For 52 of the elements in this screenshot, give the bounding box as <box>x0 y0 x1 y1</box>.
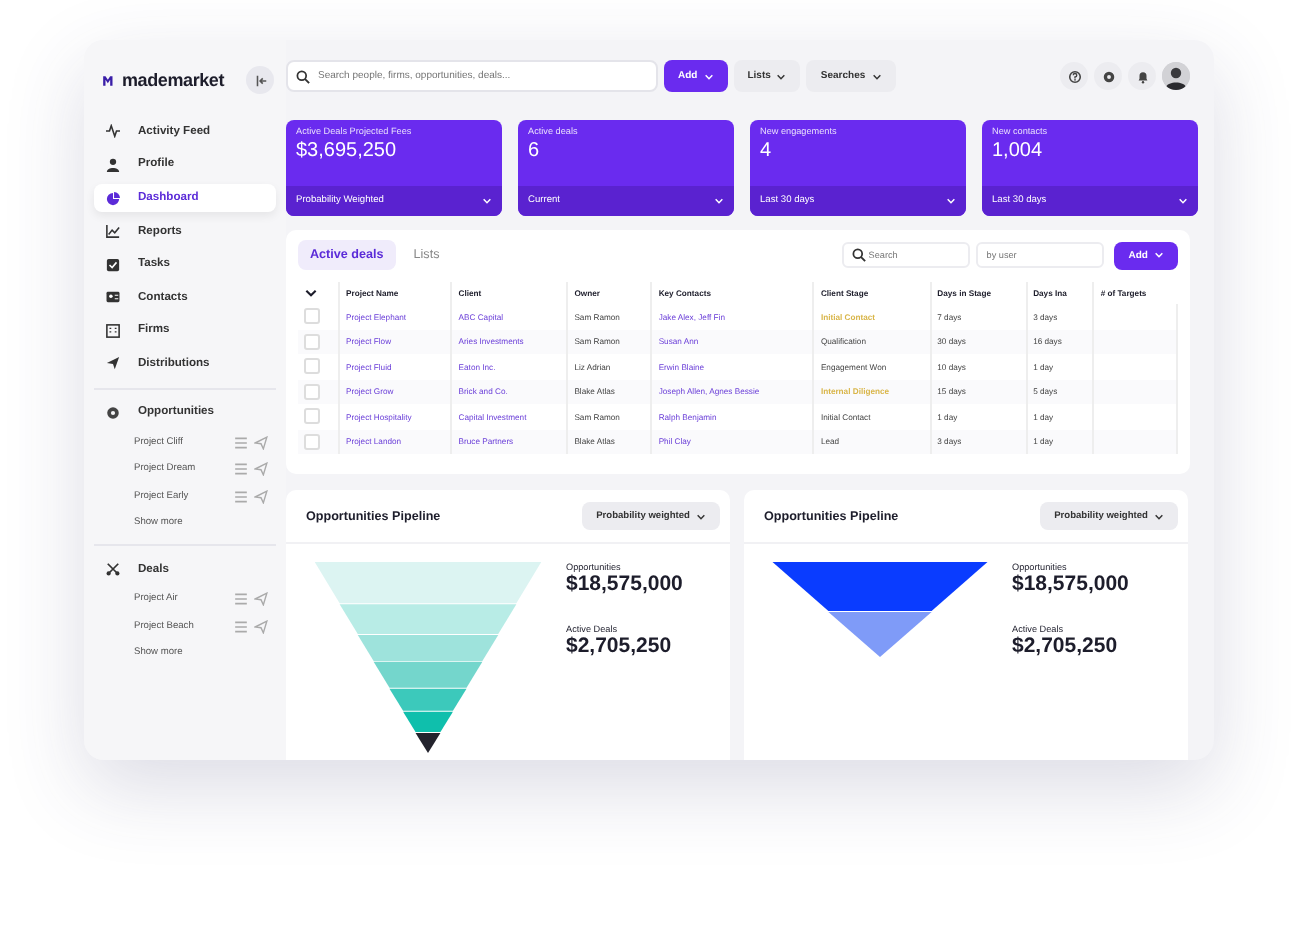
help-button[interactable] <box>1060 62 1088 90</box>
help-icon <box>1067 69 1081 83</box>
row-checkbox[interactable] <box>304 408 320 425</box>
stat-value: $2,705,250 <box>566 634 674 658</box>
stat-value: $3,695,250 <box>296 140 399 162</box>
list-icon <box>234 462 248 476</box>
list-icon <box>234 489 248 503</box>
chevron-down-icon <box>482 196 492 206</box>
row-checkbox[interactable] <box>304 333 320 350</box>
settings-button[interactable] <box>1094 62 1122 90</box>
row-checkbox[interactable] <box>304 433 320 450</box>
stat-value: $18,575,000 <box>1012 572 1129 596</box>
search-icon <box>296 69 310 83</box>
list-icon <box>234 619 248 633</box>
row-checkbox[interactable] <box>304 383 320 400</box>
scissors-icon <box>106 562 120 577</box>
stat-value: 6 <box>528 140 542 162</box>
building-icon <box>106 323 120 338</box>
chevron-down-icon <box>946 196 956 206</box>
send-icon <box>106 356 120 371</box>
row-checkbox[interactable] <box>304 358 320 375</box>
chart-icon <box>106 224 120 239</box>
chevron-down-icon <box>714 196 724 206</box>
chevron-down-icon <box>304 285 318 299</box>
person-icon <box>106 157 120 172</box>
list-icon <box>234 435 248 449</box>
contact-card-icon <box>106 290 120 305</box>
activity-icon <box>106 124 120 139</box>
row-checkbox[interactable] <box>304 308 320 325</box>
bell-button[interactable] <box>1128 62 1156 90</box>
search-icon <box>852 248 867 262</box>
chevron-down-icon <box>871 71 882 81</box>
collapse-icon <box>253 73 267 87</box>
chevron-down-icon <box>696 511 706 521</box>
chevron-down-icon <box>1154 250 1164 260</box>
chevron-down-icon <box>1178 196 1188 206</box>
stat-value: $18,575,000 <box>566 572 683 596</box>
list-icon <box>234 592 248 606</box>
avatar <box>1162 62 1190 90</box>
stat-value: $2,705,250 <box>1012 634 1120 658</box>
checkbox-icon <box>106 257 120 272</box>
bell-icon <box>1135 69 1149 83</box>
chevron-down-icon <box>1154 511 1164 521</box>
brand-name: mademarket <box>122 70 225 90</box>
pie-chart-icon <box>106 191 120 205</box>
collapse-button[interactable] <box>246 66 274 94</box>
stat-value: 4 <box>760 140 774 162</box>
settings-icon <box>1101 69 1115 83</box>
logo-icon <box>102 73 116 87</box>
stat-value: 1,004 <box>992 140 1045 162</box>
chevron-down-icon <box>776 71 787 81</box>
chevron-down-icon <box>703 71 714 81</box>
